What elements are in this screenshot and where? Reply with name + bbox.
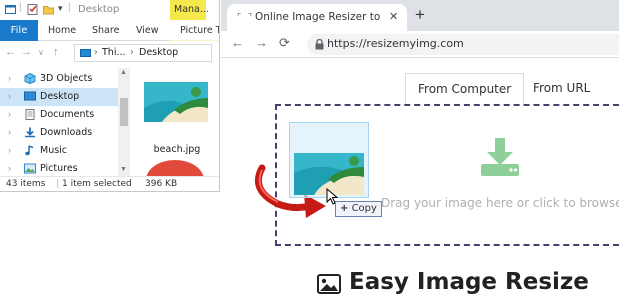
scroll-up-icon[interactable]: ▲ (120, 69, 127, 76)
nav-item-label: Downloads (40, 127, 93, 138)
breadcrumb-desktop[interactable]: Desktop (139, 47, 178, 58)
tab-view[interactable]: View (136, 20, 159, 41)
explorer-titlebar: | ▾ | Desktop Mana... (0, 0, 219, 20)
copy-drag-tooltip: + Copy (335, 201, 382, 217)
tab-share[interactable]: Share (92, 20, 119, 41)
selection-size: 396 KB (145, 179, 178, 189)
manage-contextual-tab[interactable]: Mana... (170, 0, 209, 20)
status-bar: 43 items | 1 item selected 396 KB (0, 176, 219, 191)
expand-chevron-icon-3[interactable]: › (8, 109, 11, 119)
page-heading: Easy Image Resize (349, 269, 589, 295)
nav-item-label: 3D Objects (40, 73, 93, 84)
expand-chevron-icon-2[interactable]: › (8, 91, 11, 101)
copy-plus-icon: + (340, 203, 349, 214)
close-tab-icon[interactable]: ✕ (389, 10, 398, 23)
lock-icon[interactable] (315, 39, 324, 50)
nav-item-desktop[interactable]: › Desktop (0, 88, 118, 106)
tab-title: Online Image Resizer to edit, cro (255, 11, 383, 23)
nav-item-3d-objects[interactable]: › 3D Objects (0, 70, 118, 88)
address-bar[interactable]: https://resizemyimg.com (307, 34, 619, 55)
nav-pane-scrollbar[interactable]: ▲ ▼ (118, 68, 130, 176)
window-title: Desktop (78, 4, 120, 15)
new-tab-icon[interactable]: + (415, 5, 425, 25)
item-count: 43 items (6, 179, 46, 189)
forward-button-icon[interactable]: → (255, 35, 268, 50)
ribbon-tabs: File Home Share View Picture Tools (0, 20, 219, 61)
drop-zone-instruction: Drag your image here or click to browse … (381, 196, 619, 210)
tab-from-url[interactable]: From URL (521, 73, 602, 104)
tab-picture-tools[interactable]: Picture Tools (180, 20, 219, 41)
nav-item-music[interactable]: › Music (0, 142, 118, 160)
tab-file[interactable]: File (0, 20, 38, 41)
expand-chevron-icon-6[interactable]: › (8, 163, 11, 173)
browser-toolbar: ← → ⟳ https://resizemyimg.com (221, 31, 619, 58)
loading-favicon-icon: ⌜ ⌝ (237, 12, 254, 22)
expand-chevron-icon-4[interactable]: › (8, 127, 11, 137)
app-icon (5, 5, 16, 14)
file-explorer-window: | ▾ | Desktop Mana... File Home Share Vi… (0, 0, 220, 192)
selection-count: 1 item selected (62, 179, 132, 189)
nav-item-label: Desktop (40, 91, 80, 102)
expand-chevron-icon-5[interactable]: › (8, 145, 11, 155)
file-item-beach[interactable]: beach.jpg (142, 74, 208, 156)
browser-window: ⌜ ⌝ Online Image Resizer to edit, cro ✕ … (221, 0, 619, 303)
address-row: ← → ∨ ↑ › Thi... › Desktop (0, 41, 219, 65)
nav-item-label: Music (40, 145, 68, 156)
beach-thumbnail (144, 74, 208, 136)
breadcrumb-this-pc[interactable]: Thi... (102, 47, 126, 58)
expand-chevron-icon[interactable]: › (8, 73, 11, 83)
breadcrumb-separator-icon: › (94, 47, 98, 58)
url-text: https://resizemyimg.com (327, 37, 464, 50)
file-name-label: beach.jpg (153, 144, 201, 155)
copy-tooltip-label: Copy (351, 203, 377, 214)
documents-icon (25, 109, 35, 120)
download-icon (481, 138, 519, 176)
nav-item-downloads[interactable]: › Downloads (0, 124, 118, 142)
properties-icon[interactable] (27, 4, 38, 15)
music-icon (25, 145, 34, 156)
status-divider: | (56, 179, 60, 189)
scrollbar-thumb[interactable] (120, 98, 128, 126)
browser-tab-active[interactable]: ⌜ ⌝ Online Image Resizer to edit, cro ✕ (227, 4, 407, 31)
forward-arrow-icon[interactable]: → (21, 46, 32, 58)
this-pc-icon (80, 49, 91, 57)
new-folder-icon[interactable] (43, 4, 54, 15)
navigation-pane: › 3D Objects › Desktop › Documents › Dow… (0, 68, 130, 176)
back-arrow-icon[interactable]: ← (5, 46, 16, 58)
cube-icon (24, 73, 36, 84)
desktop-icon (24, 91, 36, 101)
titlebar-separator-2: | (68, 2, 71, 13)
image-icon (317, 274, 341, 294)
quick-access-dropdown-icon[interactable]: ▾ (58, 3, 63, 14)
address-bar[interactable]: › Thi... › Desktop (74, 44, 212, 62)
recent-dropdown-icon[interactable]: ∨ (38, 48, 44, 57)
downloads-icon (25, 127, 35, 138)
back-button-icon[interactable]: ← (231, 35, 244, 50)
reload-button-icon[interactable]: ⟳ (279, 35, 290, 51)
breadcrumb-separator-icon-2: › (130, 47, 134, 58)
scroll-down-icon[interactable]: ▼ (120, 166, 127, 173)
dragged-file-preview (289, 122, 369, 198)
up-arrow-icon[interactable]: ↑ (53, 46, 59, 58)
nav-item-label: Pictures (40, 163, 78, 174)
tab-strip: ⌜ ⌝ Online Image Resizer to edit, cro ✕ … (221, 0, 619, 31)
nav-item-documents[interactable]: › Documents (0, 106, 118, 124)
titlebar-separator: | (19, 2, 22, 13)
pictures-icon (24, 163, 36, 174)
tab-home[interactable]: Home (48, 20, 76, 41)
nav-item-label: Documents (40, 109, 95, 120)
tab-from-computer[interactable]: From Computer (405, 73, 525, 104)
